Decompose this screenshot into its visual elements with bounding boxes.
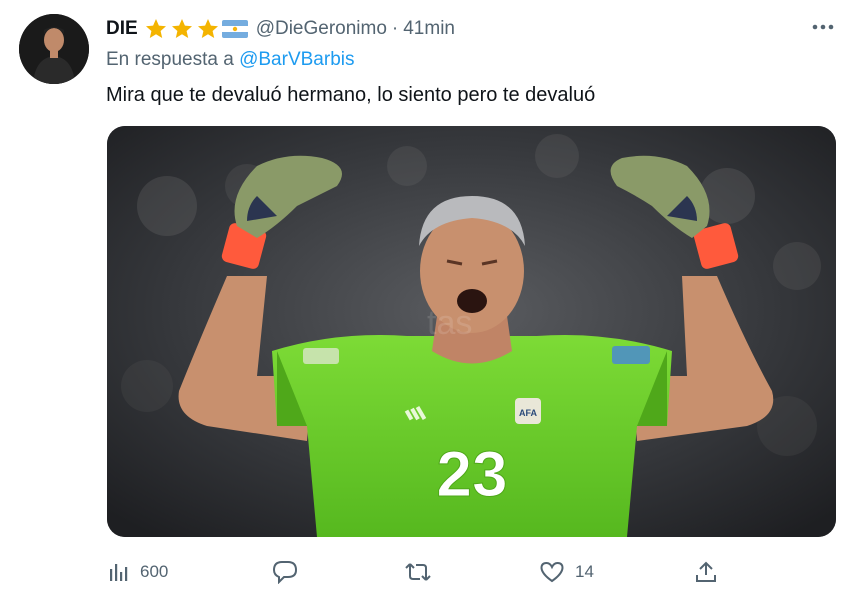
- like-button[interactable]: 14: [539, 552, 594, 592]
- avatar[interactable]: [19, 14, 89, 84]
- tweet-action-bar: 600 14: [0, 552, 857, 592]
- more-options-button[interactable]: [804, 12, 842, 42]
- display-name[interactable]: DIE: [106, 18, 138, 40]
- retweet-icon: [405, 563, 431, 581]
- reply-to-handle[interactable]: @BarVBarbis: [239, 49, 354, 70]
- afa-badge-text: AFA: [519, 408, 538, 418]
- share-button[interactable]: [694, 552, 718, 592]
- reply-prefix: En respuesta a: [106, 49, 240, 70]
- reply-button[interactable]: [272, 552, 298, 592]
- sleeve-patch: [303, 348, 339, 364]
- likes-count: 14: [575, 562, 594, 581]
- views-count: 600: [140, 562, 169, 581]
- tweet-text: Mira que te devaluó hermano, lo siento p…: [106, 84, 596, 106]
- star-icon: [144, 17, 168, 41]
- reply-icon: [272, 561, 298, 584]
- user-handle[interactable]: @DieGeronimo: [256, 18, 387, 40]
- reply-context: En respuesta a @BarVBarbis: [106, 49, 354, 71]
- avatar-photo: [19, 14, 89, 84]
- star-icon: [196, 17, 220, 41]
- retweet-button[interactable]: [404, 552, 432, 592]
- sleeve-patch: [612, 346, 650, 364]
- timestamp[interactable]: 41min: [403, 18, 455, 40]
- jersey-number: 23: [436, 438, 507, 510]
- share-icon: [696, 561, 716, 582]
- goalkeeper-photo: 23 AFA tas: [107, 126, 836, 537]
- watermark: tas: [427, 304, 472, 342]
- star-icon: [170, 17, 194, 41]
- tweet-header: DIE @DieGeronimo · 41min: [106, 16, 455, 42]
- views-button[interactable]: 600: [108, 552, 168, 592]
- more-icon: [812, 24, 834, 30]
- separator-dot: ·: [391, 18, 399, 39]
- analytics-icon: [110, 564, 128, 581]
- argentina-flag-icon: [221, 19, 248, 39]
- heart-icon: [540, 561, 564, 583]
- tweet-media-image[interactable]: 23 AFA tas: [107, 126, 836, 537]
